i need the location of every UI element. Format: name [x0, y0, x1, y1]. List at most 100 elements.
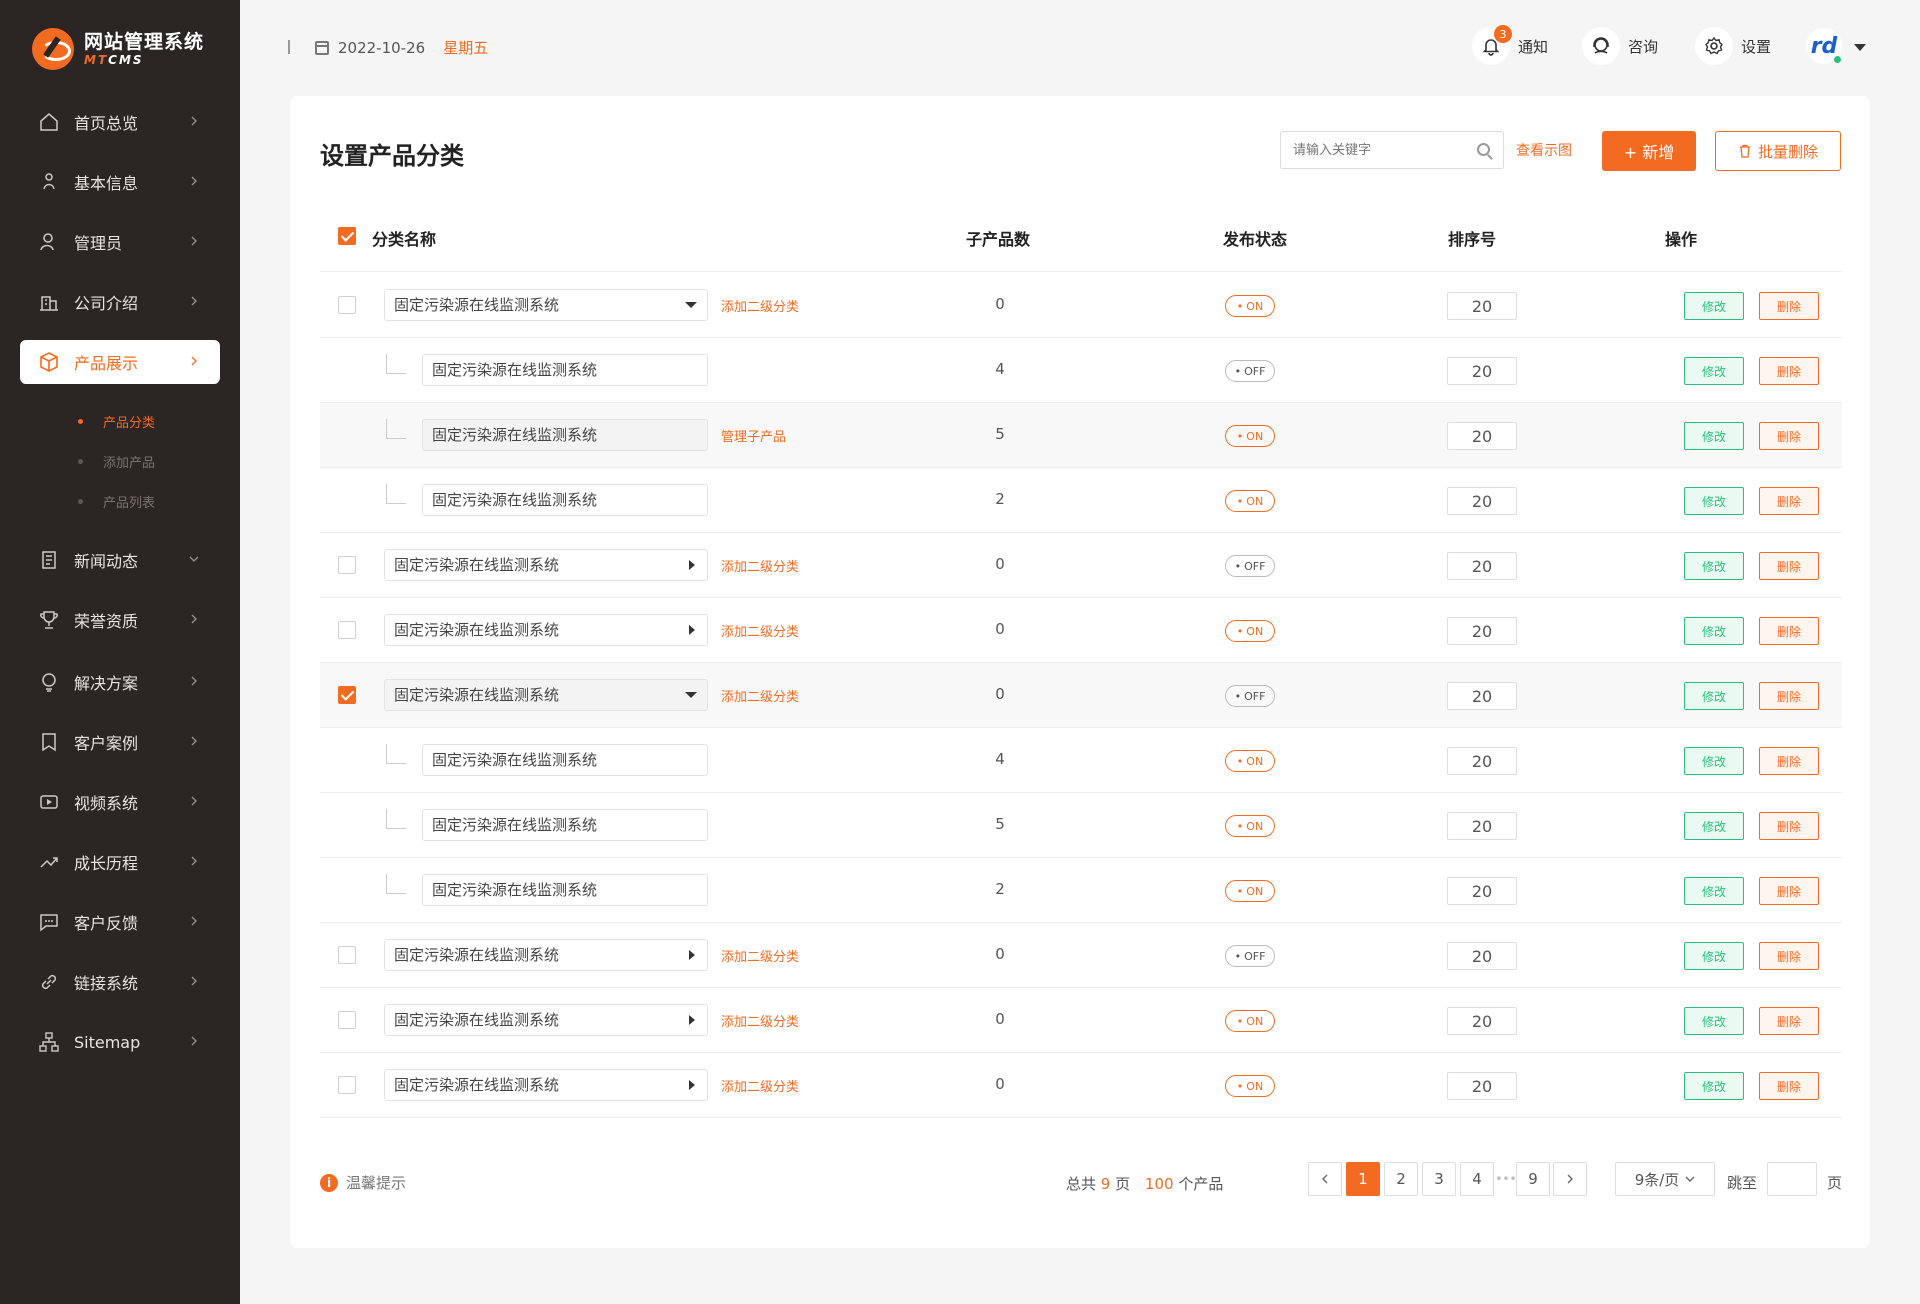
- row-action-link[interactable]: 添加二级分类: [721, 686, 799, 705]
- sidebar-item-8[interactable]: 客户案例: [20, 720, 220, 764]
- status-toggle[interactable]: • ON: [1225, 620, 1275, 642]
- row-checkbox[interactable]: [338, 556, 356, 574]
- page-size-select[interactable]: 9条/页: [1615, 1162, 1715, 1196]
- row-checkbox[interactable]: [338, 621, 356, 639]
- page-button[interactable]: 1: [1346, 1162, 1380, 1196]
- sidebar-item-0[interactable]: 首页总览: [20, 100, 220, 144]
- row-checkbox[interactable]: [338, 1076, 356, 1094]
- status-toggle[interactable]: • ON: [1225, 490, 1275, 512]
- row-action-link[interactable]: 添加二级分类: [721, 1011, 799, 1030]
- sort-input[interactable]: 20: [1447, 552, 1517, 580]
- edit-button[interactable]: 修改: [1684, 357, 1744, 385]
- select-all-checkbox[interactable]: [338, 227, 356, 245]
- sidebar-item-6[interactable]: 荣誉资质: [20, 598, 220, 642]
- delete-button[interactable]: 删除: [1759, 487, 1819, 515]
- sort-input[interactable]: 20: [1447, 747, 1517, 775]
- status-toggle[interactable]: • ON: [1225, 1010, 1275, 1032]
- status-toggle[interactable]: • ON: [1225, 425, 1275, 447]
- settings-button[interactable]: 设置: [1695, 26, 1771, 66]
- edit-button[interactable]: 修改: [1684, 1072, 1744, 1100]
- status-toggle[interactable]: • ON: [1225, 880, 1275, 902]
- delete-button[interactable]: 删除: [1759, 422, 1819, 450]
- sidebar-item-9[interactable]: 视频系统: [20, 780, 220, 824]
- delete-button[interactable]: 删除: [1759, 682, 1819, 710]
- page-button[interactable]: 4: [1460, 1162, 1494, 1196]
- category-select[interactable]: 固定污染源在线监测系统: [384, 939, 708, 971]
- caret-right-icon[interactable]: [689, 560, 695, 570]
- category-select[interactable]: 固定污染源在线监测系统: [384, 679, 708, 711]
- row-action-link[interactable]: 管理子产品: [721, 426, 786, 445]
- sidebar-item-1[interactable]: 基本信息: [20, 160, 220, 204]
- next-page-button[interactable]: [1553, 1162, 1587, 1196]
- subcategory-field[interactable]: 固定污染源在线监测系统: [422, 354, 708, 386]
- status-toggle[interactable]: • OFF: [1225, 555, 1275, 577]
- view-diagram-link[interactable]: 查看示图: [1516, 140, 1572, 160]
- sidebar-item-4[interactable]: 产品展示: [20, 340, 220, 384]
- sort-input[interactable]: 20: [1447, 682, 1517, 710]
- caret-right-icon[interactable]: [689, 625, 695, 635]
- status-toggle[interactable]: • OFF: [1225, 945, 1275, 967]
- sort-input[interactable]: 20: [1447, 1007, 1517, 1035]
- sidebar-item-11[interactable]: 客户反馈: [20, 900, 220, 944]
- consult-button[interactable]: 咨询: [1582, 26, 1658, 66]
- status-toggle[interactable]: • OFF: [1225, 685, 1275, 707]
- row-action-link[interactable]: 添加二级分类: [721, 946, 799, 965]
- tip-link[interactable]: i 温馨提示: [320, 1172, 406, 1193]
- subcategory-field[interactable]: 固定污染源在线监测系统: [422, 419, 708, 451]
- edit-button[interactable]: 修改: [1684, 747, 1744, 775]
- category-select[interactable]: 固定污染源在线监测系统: [384, 1004, 708, 1036]
- edit-button[interactable]: 修改: [1684, 292, 1744, 320]
- sort-input[interactable]: 20: [1447, 422, 1517, 450]
- status-toggle[interactable]: • OFF: [1225, 360, 1275, 382]
- search-input[interactable]: [1280, 131, 1504, 169]
- row-checkbox[interactable]: [338, 686, 356, 704]
- search-icon[interactable]: [1477, 143, 1490, 156]
- subnav-item-0[interactable]: 产品分类: [78, 412, 155, 431]
- sort-input[interactable]: 20: [1447, 877, 1517, 905]
- category-select[interactable]: 固定污染源在线监测系统: [384, 614, 708, 646]
- status-toggle[interactable]: • ON: [1225, 1075, 1275, 1097]
- category-select[interactable]: 固定污染源在线监测系统: [384, 1069, 708, 1101]
- status-toggle[interactable]: • ON: [1225, 815, 1275, 837]
- edit-button[interactable]: 修改: [1684, 487, 1744, 515]
- caret-down-icon[interactable]: [685, 302, 697, 308]
- sidebar-item-5[interactable]: 新闻动态: [20, 538, 220, 582]
- sort-input[interactable]: 20: [1447, 617, 1517, 645]
- subcategory-field[interactable]: 固定污染源在线监测系统: [422, 809, 708, 841]
- delete-button[interactable]: 删除: [1759, 942, 1819, 970]
- caret-right-icon[interactable]: [689, 950, 695, 960]
- edit-button[interactable]: 修改: [1684, 942, 1744, 970]
- delete-button[interactable]: 删除: [1759, 1072, 1819, 1100]
- sort-input[interactable]: 20: [1447, 1072, 1517, 1100]
- jump-page-input[interactable]: [1767, 1162, 1817, 1196]
- delete-button[interactable]: 删除: [1759, 747, 1819, 775]
- subcategory-field[interactable]: 固定污染源在线监测系统: [422, 744, 708, 776]
- sidebar-item-12[interactable]: 链接系统: [20, 960, 220, 1004]
- delete-button[interactable]: 删除: [1759, 357, 1819, 385]
- row-checkbox[interactable]: [338, 1011, 356, 1029]
- delete-button[interactable]: 删除: [1759, 1007, 1819, 1035]
- sidebar-item-13[interactable]: Sitemap: [20, 1020, 220, 1064]
- caret-down-icon[interactable]: [685, 692, 697, 698]
- edit-button[interactable]: 修改: [1684, 877, 1744, 905]
- sidebar-item-7[interactable]: 解决方案: [20, 660, 220, 704]
- sidebar-item-2[interactable]: 管理员: [20, 220, 220, 264]
- delete-button[interactable]: 删除: [1759, 552, 1819, 580]
- row-action-link[interactable]: 添加二级分类: [721, 296, 799, 315]
- sort-input[interactable]: 20: [1447, 357, 1517, 385]
- sort-input[interactable]: 20: [1447, 812, 1517, 840]
- caret-right-icon[interactable]: [689, 1015, 695, 1025]
- row-checkbox[interactable]: [338, 296, 356, 314]
- add-button[interactable]: + 新增: [1602, 131, 1696, 171]
- edit-button[interactable]: 修改: [1684, 682, 1744, 710]
- edit-button[interactable]: 修改: [1684, 552, 1744, 580]
- edit-button[interactable]: 修改: [1684, 812, 1744, 840]
- edit-button[interactable]: 修改: [1684, 1007, 1744, 1035]
- row-action-link[interactable]: 添加二级分类: [721, 556, 799, 575]
- row-action-link[interactable]: 添加二级分类: [721, 1076, 799, 1095]
- edit-button[interactable]: 修改: [1684, 617, 1744, 645]
- category-select[interactable]: 固定污染源在线监测系统: [384, 549, 708, 581]
- status-toggle[interactable]: • ON: [1225, 295, 1275, 317]
- subcategory-field[interactable]: 固定污染源在线监测系统: [422, 874, 708, 906]
- subnav-item-2[interactable]: 产品列表: [78, 492, 155, 511]
